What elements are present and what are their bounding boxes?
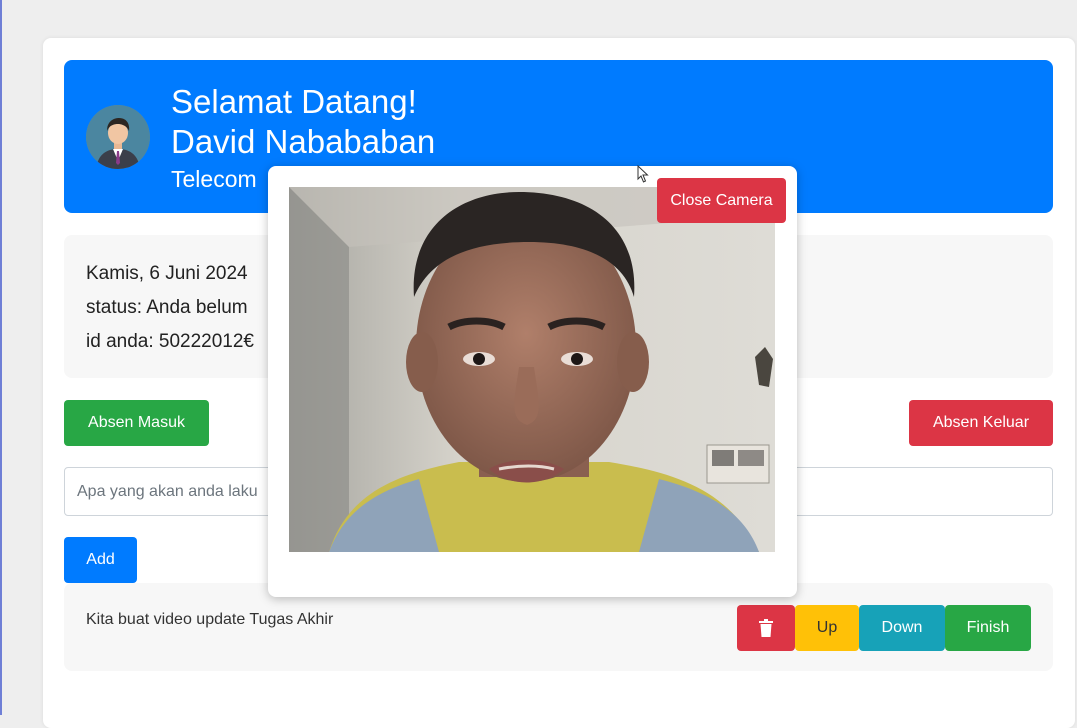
user-name: David Nabababan xyxy=(171,123,436,160)
window-edge xyxy=(0,0,2,715)
move-down-button[interactable]: Down xyxy=(859,605,945,651)
finish-button[interactable]: Finish xyxy=(945,605,1031,651)
avatar-icon xyxy=(86,105,150,169)
camera-feed xyxy=(289,187,775,552)
close-camera-button[interactable]: Close Camera xyxy=(657,178,786,223)
delete-todo-button[interactable] xyxy=(737,605,795,651)
mouse-cursor-icon xyxy=(637,165,649,183)
trash-icon xyxy=(759,619,773,637)
todo-text: Kita buat video update Tugas Akhir xyxy=(86,611,334,628)
welcome-title: Selamat Datang! xyxy=(171,83,417,120)
camera-modal: Close Camera xyxy=(268,166,797,597)
move-up-button[interactable]: Up xyxy=(795,605,859,651)
camera-frame-image xyxy=(289,187,775,552)
check-out-button[interactable]: Absen Keluar xyxy=(909,400,1053,446)
check-in-button[interactable]: Absen Masuk xyxy=(64,400,209,446)
add-task-button[interactable]: Add xyxy=(64,537,137,583)
user-avatar xyxy=(86,105,150,169)
